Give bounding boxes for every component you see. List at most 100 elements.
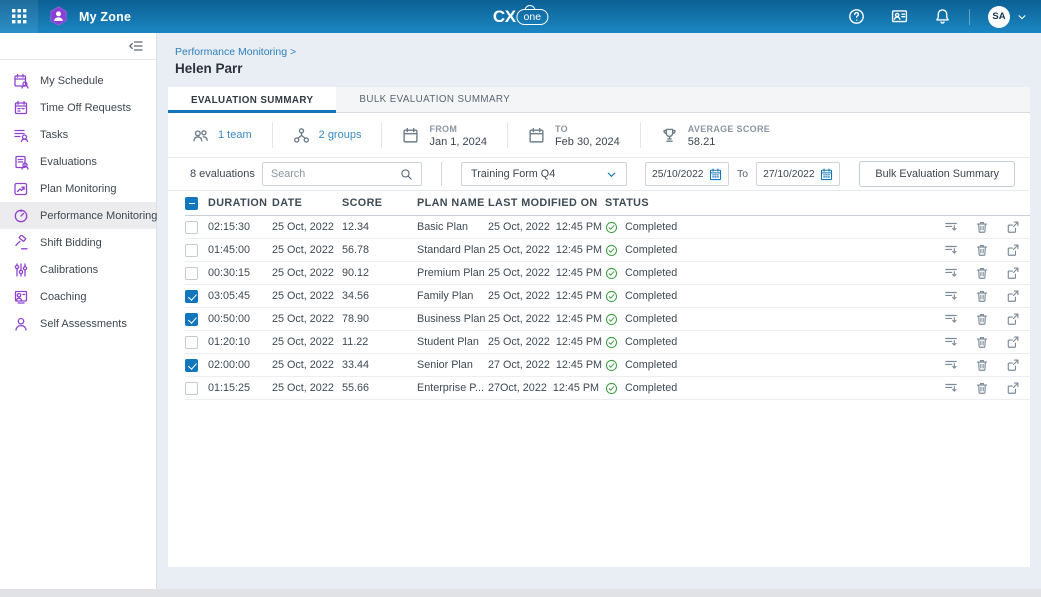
sidebar-item-self-assessments[interactable]: Self Assessments: [0, 310, 156, 337]
tab-bulk-evaluation-summary[interactable]: BULK EVALUATION SUMMARY: [336, 87, 533, 112]
row-checkbox[interactable]: [185, 359, 198, 372]
help-icon[interactable]: [848, 8, 865, 25]
expand-details-icon[interactable]: [944, 335, 958, 349]
delete-icon[interactable]: [975, 266, 989, 280]
open-in-new-icon[interactable]: [1006, 220, 1020, 234]
delete-icon[interactable]: [975, 312, 989, 326]
open-in-new-icon[interactable]: [1006, 335, 1020, 349]
summary-band: 1 team 2 groups FROM Jan 1, 2024: [168, 113, 1030, 158]
sidebar-collapse-row: [0, 33, 156, 60]
sidebar-item-shift-bidding[interactable]: Shift Bidding: [0, 229, 156, 256]
expand-details-icon[interactable]: [944, 358, 958, 372]
date-range: To: [645, 162, 840, 186]
tasks-icon: [13, 127, 29, 143]
form-select[interactable]: Training Form Q4: [461, 162, 627, 186]
table-row[interactable]: 02:15:3025 Oct, 202212.34Basic Plan25 Oc…: [185, 216, 1030, 239]
sidebar-item-tasks[interactable]: Tasks: [0, 121, 156, 148]
evaluation-count: 8 evaluations: [190, 168, 262, 180]
date-to-input[interactable]: [763, 169, 819, 180]
expand-details-icon[interactable]: [944, 243, 958, 257]
delete-icon[interactable]: [975, 335, 989, 349]
expand-details-icon[interactable]: [944, 381, 958, 395]
team-link[interactable]: 1 team: [192, 127, 252, 144]
tab-evaluation-summary[interactable]: EVALUATION SUMMARY: [168, 87, 336, 113]
delete-icon[interactable]: [975, 358, 989, 372]
sidebar-item-performance-monitoring[interactable]: Performance Monitoring: [0, 202, 156, 229]
sidebar-item-evaluations[interactable]: Evaluations: [0, 148, 156, 175]
expand-details-icon[interactable]: [944, 312, 958, 326]
cell-score: 12.34: [342, 221, 417, 233]
expand-details-icon[interactable]: [944, 266, 958, 280]
row-actions: [926, 289, 1030, 303]
delete-icon[interactable]: [975, 220, 989, 234]
bulk-evaluation-summary-button[interactable]: Bulk Evaluation Summary: [859, 161, 1015, 187]
collapse-menu-icon[interactable]: [128, 38, 144, 54]
select-all-checkbox[interactable]: [185, 197, 198, 210]
delete-icon[interactable]: [975, 243, 989, 257]
sidebar-item-coaching[interactable]: Coaching: [0, 283, 156, 310]
sidebar-item-calibrations[interactable]: Calibrations: [0, 256, 156, 283]
open-in-new-icon[interactable]: [1006, 381, 1020, 395]
sidebar-item-plan-monitoring[interactable]: Plan Monitoring: [0, 175, 156, 202]
sidebar-item-label: Evaluations: [40, 156, 97, 168]
column-header-plan: PLAN NAME: [417, 197, 488, 209]
row-checkbox[interactable]: [185, 382, 198, 395]
delete-icon[interactable]: [975, 381, 989, 395]
sidebar-item-label: Performance Monitoring: [40, 210, 157, 222]
cell-status: Completed: [605, 221, 926, 234]
row-actions: [926, 220, 1030, 234]
cell-score: 34.56: [342, 290, 417, 302]
open-in-new-icon[interactable]: [1006, 312, 1020, 326]
table-row[interactable]: 01:45:0025 Oct, 202256.78Standard Plan25…: [185, 239, 1030, 262]
breadcrumb[interactable]: Performance Monitoring >: [175, 46, 296, 58]
expand-details-icon[interactable]: [944, 220, 958, 234]
cxone-logo: CX one: [493, 0, 548, 33]
cell-score: 78.90: [342, 313, 417, 325]
calendar-picker-icon[interactable]: [820, 168, 833, 181]
table-row[interactable]: 02:00:0025 Oct, 202233.44Senior Plan27 O…: [185, 354, 1030, 377]
user-menu[interactable]: SA: [988, 6, 1027, 28]
table-row[interactable]: 01:15:2525 Oct, 202255.66Enterprise P...…: [185, 377, 1030, 400]
table-row[interactable]: 03:05:4525 Oct, 202234.56Family Plan25 O…: [185, 285, 1030, 308]
row-checkbox[interactable]: [185, 336, 198, 349]
bottom-strip: [0, 589, 1041, 597]
groups-link[interactable]: 2 groups: [293, 127, 362, 144]
expand-details-icon[interactable]: [944, 289, 958, 303]
topbar: My Zone CX one SA: [0, 0, 1041, 33]
open-in-new-icon[interactable]: [1006, 358, 1020, 372]
search-input[interactable]: [271, 168, 400, 180]
search-icon[interactable]: [400, 168, 413, 181]
training-icon[interactable]: [891, 8, 908, 25]
row-checkbox[interactable]: [185, 267, 198, 280]
open-in-new-icon[interactable]: [1006, 289, 1020, 303]
row-checkbox[interactable]: [185, 221, 198, 234]
row-checkbox[interactable]: [185, 313, 198, 326]
sidebar-item-label: Plan Monitoring: [40, 183, 116, 195]
table-row[interactable]: 00:30:1525 Oct, 202290.12Premium Plan25 …: [185, 262, 1030, 285]
to-label: TO: [555, 123, 620, 135]
calendar-picker-icon[interactable]: [709, 168, 722, 181]
app-badge[interactable]: My Zone: [48, 6, 131, 27]
cell-duration: 02:15:30: [208, 221, 272, 233]
cell-plan: Business Plan: [417, 313, 488, 325]
table-header: DURATIONDATESCOREPLAN NAMELAST MODIFIED …: [185, 191, 1030, 216]
open-in-new-icon[interactable]: [1006, 266, 1020, 280]
table-row[interactable]: 00:50:0025 Oct, 202278.90Business Plan25…: [185, 308, 1030, 331]
notifications-bell-icon[interactable]: [934, 8, 951, 25]
sidebar-item-my-schedule[interactable]: My Schedule: [0, 67, 156, 94]
content-panel: EVALUATION SUMMARYBULK EVALUATION SUMMAR…: [168, 87, 1030, 567]
logo-cloud: one: [517, 9, 549, 25]
chevron-down-icon: [606, 169, 617, 180]
row-checkbox[interactable]: [185, 244, 198, 257]
avatar[interactable]: SA: [988, 6, 1010, 28]
date-from-input[interactable]: [652, 169, 708, 180]
cell-modified: 25 Oct, 2022 12:45 PM: [488, 221, 605, 233]
sidebar-item-time-off-requests[interactable]: Time Off Requests: [0, 94, 156, 121]
open-in-new-icon[interactable]: [1006, 243, 1020, 257]
calendar-icon: [528, 127, 545, 144]
groups-label: 2 groups: [319, 129, 362, 141]
row-checkbox[interactable]: [185, 290, 198, 303]
delete-icon[interactable]: [975, 289, 989, 303]
app-launcher-button[interactable]: [0, 0, 38, 33]
table-row[interactable]: 01:20:1025 Oct, 202211.22Student Plan25 …: [185, 331, 1030, 354]
